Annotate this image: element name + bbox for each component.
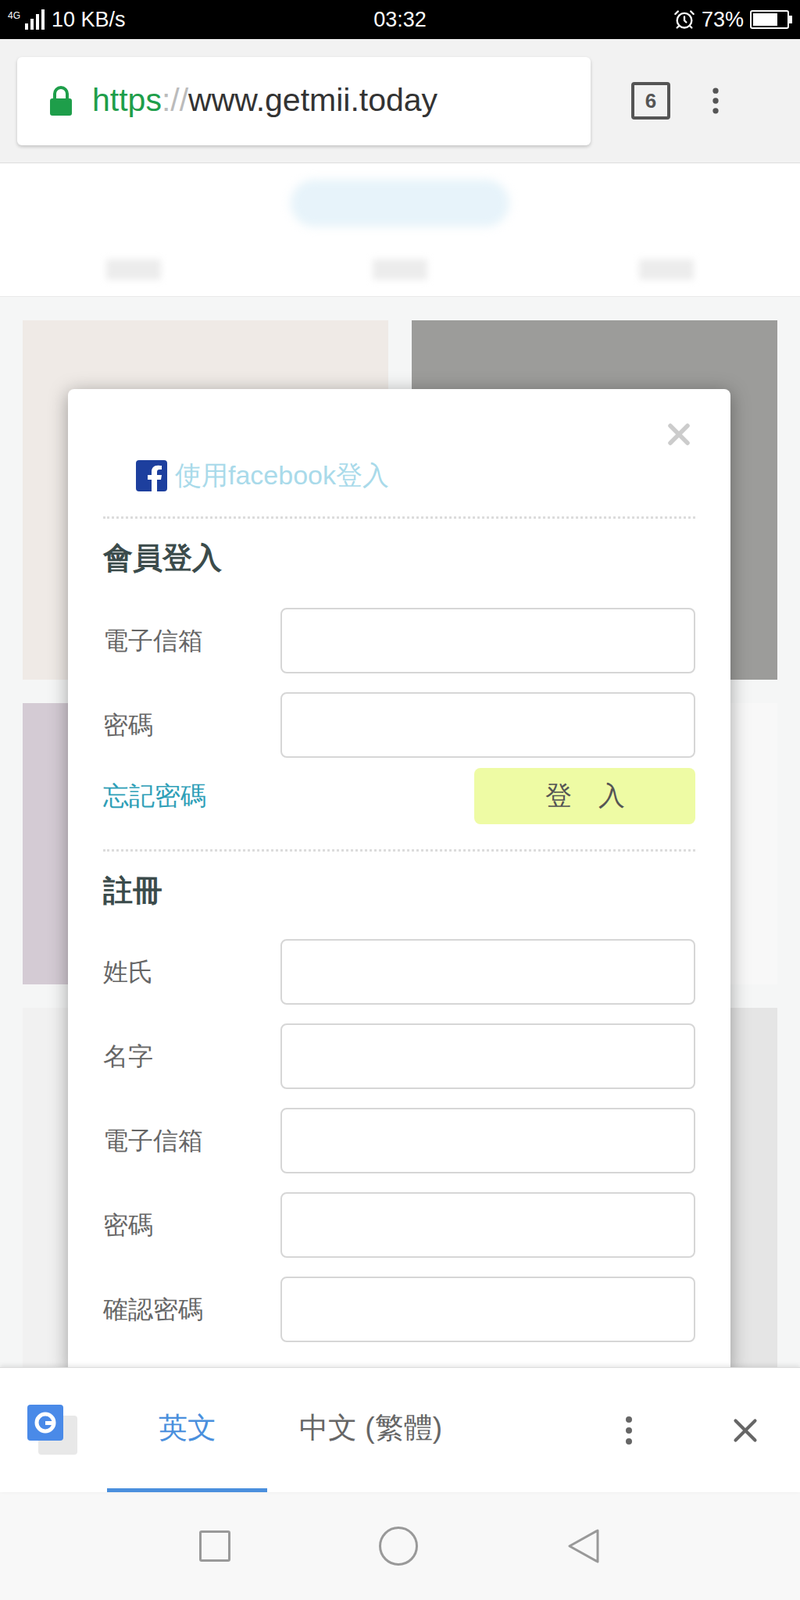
back-icon[interactable] <box>566 1527 601 1565</box>
close-icon[interactable] <box>661 417 697 452</box>
form-row: 密碼 <box>103 1192 696 1258</box>
divider <box>103 516 696 519</box>
navigation-bar <box>0 1492 800 1600</box>
language-tab[interactable]: 英文 <box>107 1367 268 1493</box>
tabs-button[interactable]: 6 <box>631 82 671 120</box>
divider <box>103 849 696 852</box>
form-row: 電子信箱 <box>103 607 696 674</box>
field-label: 確認密碼 <box>103 1293 281 1325</box>
field-label: 名字 <box>103 1040 281 1072</box>
translate-bar: 英文中文 (繁體) <box>0 1367 800 1493</box>
login-title: 會員登入 <box>103 539 696 578</box>
address-bar[interactable]: https://www.getmii.today <box>17 57 591 146</box>
clock: 03:32 <box>269 3 532 36</box>
status-bar: 4G 10 KB/s 03:32 73% <box>0 0 800 40</box>
translate-menu-icon[interactable] <box>610 1411 648 1450</box>
form-row: 密碼 <box>103 692 696 758</box>
home-icon[interactable] <box>378 1526 418 1566</box>
field-label: 姓氏 <box>103 956 281 988</box>
register-title: 註冊 <box>103 872 696 911</box>
browser-toolbar: https://www.getmii.today 6 <box>0 39 800 164</box>
alarm-icon <box>673 8 696 31</box>
field-label: 密碼 <box>103 1209 281 1241</box>
battery-icon <box>750 10 793 29</box>
battery-percent: 73% <box>701 3 744 36</box>
language-tab[interactable]: 中文 (繁體) <box>267 1367 475 1493</box>
menu-icon[interactable] <box>698 83 733 118</box>
facebook-icon <box>135 460 168 492</box>
form-row: 確認密碼 <box>103 1276 696 1343</box>
field-label: 電子信箱 <box>103 1125 281 1157</box>
signal-icon <box>25 9 47 30</box>
text-field[interactable] <box>280 607 696 674</box>
text-field[interactable] <box>280 1192 696 1258</box>
login-button[interactable]: 登 入 <box>474 767 696 825</box>
text-field[interactable] <box>280 1276 696 1343</box>
text-field[interactable] <box>280 692 696 758</box>
forgot-password-link[interactable]: 忘記密碼 <box>103 776 207 816</box>
page-content: 使用facebook登入會員登入電子信箱密碼忘記密碼登 入註冊姓氏名字電子信箱密… <box>0 163 800 1368</box>
facebook-login[interactable]: 使用facebook登入 <box>103 455 696 496</box>
url-text: https://www.getmii.today <box>92 76 438 125</box>
phone-screen: 4G10 KB/s03:3273%https://www.getmii.toda… <box>0 0 800 1600</box>
text-field[interactable] <box>280 1107 696 1174</box>
login-modal: 使用facebook登入會員登入電子信箱密碼忘記密碼登 入註冊姓氏名字電子信箱密… <box>67 389 731 1368</box>
translate-close-icon[interactable] <box>725 1410 765 1450</box>
form-row: 電子信箱 <box>103 1107 696 1174</box>
field-label: 電子信箱 <box>103 625 281 657</box>
network-speed: 10 KB/s <box>51 3 126 36</box>
google-translate-icon[interactable] <box>27 1404 79 1457</box>
recents-icon[interactable] <box>199 1530 231 1562</box>
text-field[interactable] <box>280 939 696 1005</box>
network-label: 4G <box>7 8 21 23</box>
field-label: 密碼 <box>103 709 281 741</box>
text-field[interactable] <box>280 1023 696 1090</box>
form-row: 名字 <box>103 1023 696 1090</box>
lock-icon <box>48 85 74 116</box>
form-row: 姓氏 <box>103 939 696 1005</box>
